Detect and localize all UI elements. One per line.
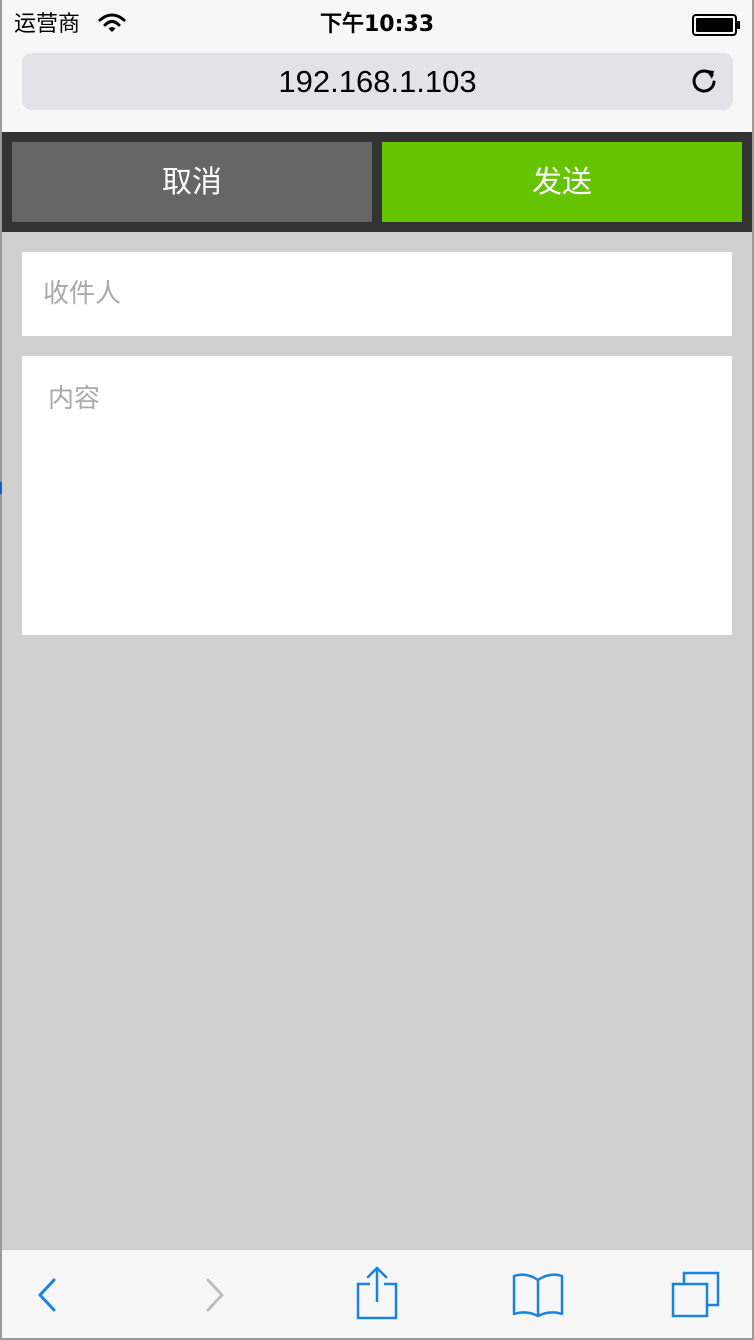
address-bar[interactable]: 192.168.1.103 [22, 53, 733, 110]
reload-icon[interactable] [689, 66, 719, 96]
recipient-input[interactable]: 收件人 [22, 252, 732, 336]
clock: 下午10:33 [319, 12, 435, 37]
send-button[interactable]: 发送 [382, 142, 742, 222]
forward-icon[interactable] [198, 1268, 232, 1322]
back-icon[interactable] [30, 1268, 64, 1322]
browser-bottom-toolbar [2, 1249, 752, 1338]
share-icon[interactable] [354, 1264, 400, 1322]
tabs-icon[interactable] [670, 1270, 722, 1320]
battery-icon [692, 14, 740, 36]
recipient-placeholder: 收件人 [43, 279, 122, 309]
content-textarea[interactable]: 内容 [22, 356, 732, 635]
status-bar: 运营商 下午10:33 [2, 0, 752, 50]
edge-marker [0, 482, 2, 494]
content-placeholder: 内容 [48, 384, 101, 414]
action-bar: 取消 发送 [2, 132, 752, 232]
bookmarks-icon[interactable] [510, 1270, 566, 1320]
phone-screen: 运营商 下午10:33 192.168.1.103 取消 发送 收件人 内容 [2, 0, 752, 1338]
url-text[interactable]: 192.168.1.103 [22, 53, 733, 110]
browser-chrome-top: 运营商 下午10:33 192.168.1.103 [2, 0, 752, 132]
cancel-button[interactable]: 取消 [12, 142, 372, 222]
